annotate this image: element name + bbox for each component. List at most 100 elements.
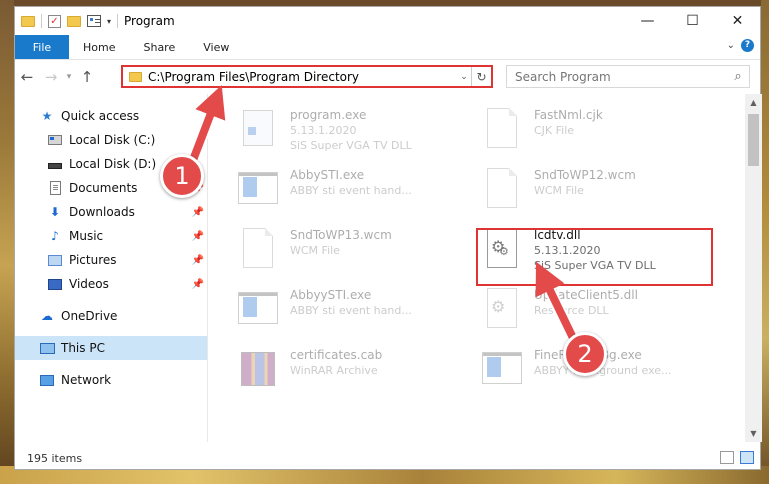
- search-box[interactable]: ⌕: [506, 65, 750, 88]
- nav-label: Network: [61, 373, 112, 387]
- quick-access-toolbar: ✓ ▾: [15, 14, 119, 28]
- nav-item-downloads[interactable]: ⬇ Downloads 📌: [15, 200, 208, 224]
- file-name: program.exe: [290, 108, 367, 122]
- annotation-badge-2: 2: [563, 332, 607, 376]
- large-icons-view-icon[interactable]: [740, 451, 754, 464]
- file-item[interactable]: ⚙ UpdateClient5.dll Resource DLL: [472, 284, 712, 340]
- tab-view[interactable]: View: [189, 35, 243, 59]
- file-name: SndToWP12.wcm: [534, 168, 636, 182]
- application-icon: [236, 284, 280, 332]
- vertical-scrollbar[interactable]: ▲ ▼: [745, 94, 762, 442]
- file-type: WinRAR Archive: [290, 364, 378, 377]
- network-icon: [39, 373, 55, 387]
- main-content: ★ Quick access Local Disk (C:) Local Dis…: [15, 94, 762, 442]
- toolbar-separator: [117, 14, 119, 28]
- refresh-button[interactable]: ↻: [471, 67, 491, 86]
- minimize-button[interactable]: —: [625, 7, 670, 35]
- properties-check-icon[interactable]: ✓: [48, 14, 61, 28]
- nav-label: Music: [69, 229, 104, 243]
- desktop-background-left: [0, 0, 14, 484]
- file-item[interactable]: AbbyySTI.exe ABBY sti event hand...: [228, 284, 468, 340]
- address-row: ← → ▾ ↑ C:\Program Files\Program Directo…: [15, 59, 760, 93]
- nav-label: Documents: [69, 181, 138, 195]
- tab-share[interactable]: Share: [129, 35, 189, 59]
- up-button[interactable]: ↑: [75, 68, 99, 86]
- search-icon[interactable]: ⌕: [727, 69, 749, 84]
- properties-icon[interactable]: [87, 15, 101, 27]
- file-item[interactable]: certificates.cab WinRAR Archive: [228, 344, 468, 400]
- dll-file-icon: ⚙: [480, 284, 524, 332]
- file-type: WCM File: [290, 244, 340, 257]
- pin-icon[interactable]: 📌: [192, 207, 204, 218]
- tab-home[interactable]: Home: [69, 35, 129, 59]
- scroll-up-arrow-icon[interactable]: ▲: [745, 94, 762, 111]
- recent-locations-dropdown-icon[interactable]: ▾: [63, 72, 75, 82]
- highlight-box-lcdtv: [476, 228, 713, 286]
- folder-icon: [129, 71, 142, 82]
- local-disk-c-icon: [47, 133, 63, 147]
- file-name: AbbyySTI.exe: [290, 288, 372, 302]
- address-dropdown-icon[interactable]: ⌄: [457, 72, 471, 82]
- file-name: SndToWP13.wcm: [290, 228, 392, 242]
- file-item[interactable]: program.exe 5.13.1.2020 SiS Super VGA TV…: [228, 104, 468, 160]
- ribbon-right-controls: ⌄ ?: [727, 39, 754, 52]
- videos-icon: [47, 277, 63, 291]
- file-type: WCM File: [534, 184, 584, 197]
- nav-label: OneDrive: [61, 309, 118, 323]
- application-icon: [236, 164, 280, 212]
- customize-toolbar-dropdown-icon[interactable]: ▾: [107, 17, 111, 26]
- nav-label: Downloads: [69, 205, 135, 219]
- application-icon: [480, 344, 524, 392]
- pin-icon[interactable]: 📌: [192, 231, 204, 242]
- search-input[interactable]: [515, 69, 727, 84]
- details-view-icon[interactable]: [720, 451, 734, 464]
- file-item[interactable]: SndToWP13.wcm WCM File: [228, 224, 468, 280]
- downloads-icon: ⬇: [49, 205, 61, 219]
- scrollbar-thumb[interactable]: [748, 114, 759, 166]
- nav-label: Pictures: [69, 253, 117, 267]
- file-description: ABBY sti event hand...: [290, 184, 412, 197]
- onedrive-cloud-icon: ☁: [41, 309, 53, 323]
- address-bar[interactable]: C:\Program Files\Program Directory ⌄ ↻: [121, 65, 493, 88]
- tab-file[interactable]: File: [15, 35, 69, 59]
- nav-quick-access[interactable]: ★ Quick access: [15, 104, 208, 128]
- document-file-icon: [236, 224, 280, 272]
- nav-network[interactable]: Network: [15, 368, 208, 392]
- desktop-background-right: [761, 0, 769, 484]
- nav-label: This PC: [61, 341, 105, 355]
- close-button[interactable]: ✕: [715, 7, 760, 35]
- maximize-button[interactable]: ☐: [670, 7, 715, 35]
- pin-icon[interactable]: 📌: [192, 279, 204, 290]
- exe-file-icon: [236, 104, 280, 152]
- file-item[interactable]: AbbySTI.exe ABBY sti event hand...: [228, 164, 468, 220]
- nav-label: Local Disk (C:): [69, 133, 156, 147]
- nav-this-pc[interactable]: This PC: [15, 336, 208, 360]
- file-name: certificates.cab: [290, 348, 383, 362]
- nav-onedrive[interactable]: ☁ OneDrive: [15, 304, 208, 328]
- view-toggle-buttons: [720, 451, 754, 464]
- this-pc-icon: [39, 341, 55, 355]
- new-folder-icon[interactable]: [67, 15, 81, 27]
- expand-ribbon-chevron-icon[interactable]: ⌄: [727, 40, 735, 51]
- forward-button[interactable]: →: [39, 68, 63, 86]
- scroll-down-arrow-icon[interactable]: ▼: [745, 425, 762, 442]
- file-item[interactable]: FastNml.cjk CJK File: [472, 104, 712, 160]
- nav-item-pictures[interactable]: Pictures 📌: [15, 248, 208, 272]
- local-disk-d-icon: [47, 157, 63, 171]
- back-button[interactable]: ←: [15, 68, 39, 86]
- address-path[interactable]: C:\Program Files\Program Directory: [148, 70, 457, 84]
- document-file-icon: [480, 104, 524, 152]
- nav-item-music[interactable]: ♪ Music 📌: [15, 224, 208, 248]
- help-icon[interactable]: ?: [741, 39, 754, 52]
- nav-item-local-disk-c[interactable]: Local Disk (C:): [15, 128, 208, 152]
- navigation-pane: ★ Quick access Local Disk (C:) Local Dis…: [15, 94, 208, 442]
- file-name: AbbySTI.exe: [290, 168, 365, 182]
- file-item[interactable]: SndToWP12.wcm WCM File: [472, 164, 712, 220]
- nav-item-videos[interactable]: Videos 📌: [15, 272, 208, 296]
- item-count: 195 items: [27, 451, 83, 465]
- document-file-icon: [480, 164, 524, 212]
- pin-icon[interactable]: 📌: [192, 255, 204, 266]
- toolbar-separator: [41, 14, 42, 28]
- winrar-archive-icon: [236, 344, 280, 392]
